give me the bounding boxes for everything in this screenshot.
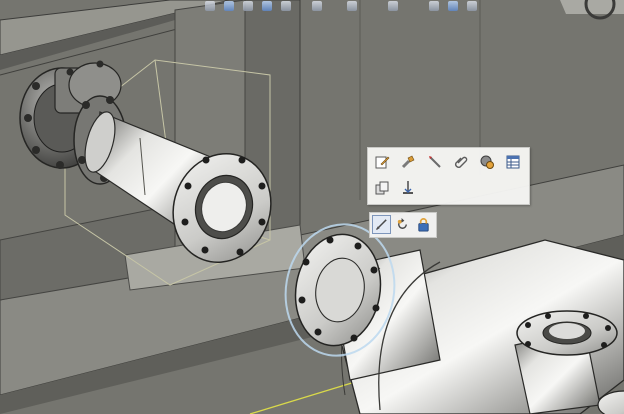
insert-tool-icon <box>429 156 441 168</box>
grip-toolbar <box>369 212 437 238</box>
display-style-icon[interactable] <box>205 1 215 11</box>
attach-icon <box>455 156 468 168</box>
data-table-button[interactable] <box>504 153 522 171</box>
insert-tool-button[interactable] <box>426 153 444 171</box>
copy-button[interactable] <box>373 179 391 197</box>
modify-pipe-button[interactable] <box>399 153 417 171</box>
rotate-button[interactable] <box>393 215 412 234</box>
copy-icon <box>375 181 389 195</box>
edit-properties-button[interactable] <box>373 153 391 171</box>
data-table-icon <box>506 155 520 169</box>
walk-icon[interactable] <box>429 1 439 11</box>
section-icon[interactable] <box>281 1 291 11</box>
rotate-icon <box>397 217 407 229</box>
object-settings-button[interactable] <box>478 153 496 171</box>
shade-icon[interactable] <box>262 1 272 11</box>
draw-route-button[interactable] <box>372 215 391 234</box>
layers-icon[interactable] <box>243 1 253 11</box>
model-viewport[interactable] <box>0 0 624 414</box>
zoom-icon[interactable] <box>388 1 398 11</box>
anchor-button[interactable] <box>399 179 417 197</box>
viewport-toolbar <box>205 0 477 12</box>
draw-route-icon <box>375 219 387 231</box>
lock-icon <box>418 218 429 232</box>
info-icon[interactable] <box>467 1 477 11</box>
3d-pipe-model <box>0 0 624 414</box>
tag-icon[interactable] <box>448 1 458 11</box>
view-cube-icon[interactable] <box>224 1 234 11</box>
modify-pipe-icon <box>401 155 415 169</box>
anchor-icon <box>403 181 413 194</box>
edit-properties-icon <box>375 156 390 169</box>
attach-button[interactable] <box>452 153 470 171</box>
object-settings-icon <box>480 155 494 169</box>
light-icon[interactable] <box>312 1 322 11</box>
orbit-icon[interactable] <box>347 1 357 11</box>
lock-button[interactable] <box>414 215 433 234</box>
context-toolbar <box>367 147 530 205</box>
